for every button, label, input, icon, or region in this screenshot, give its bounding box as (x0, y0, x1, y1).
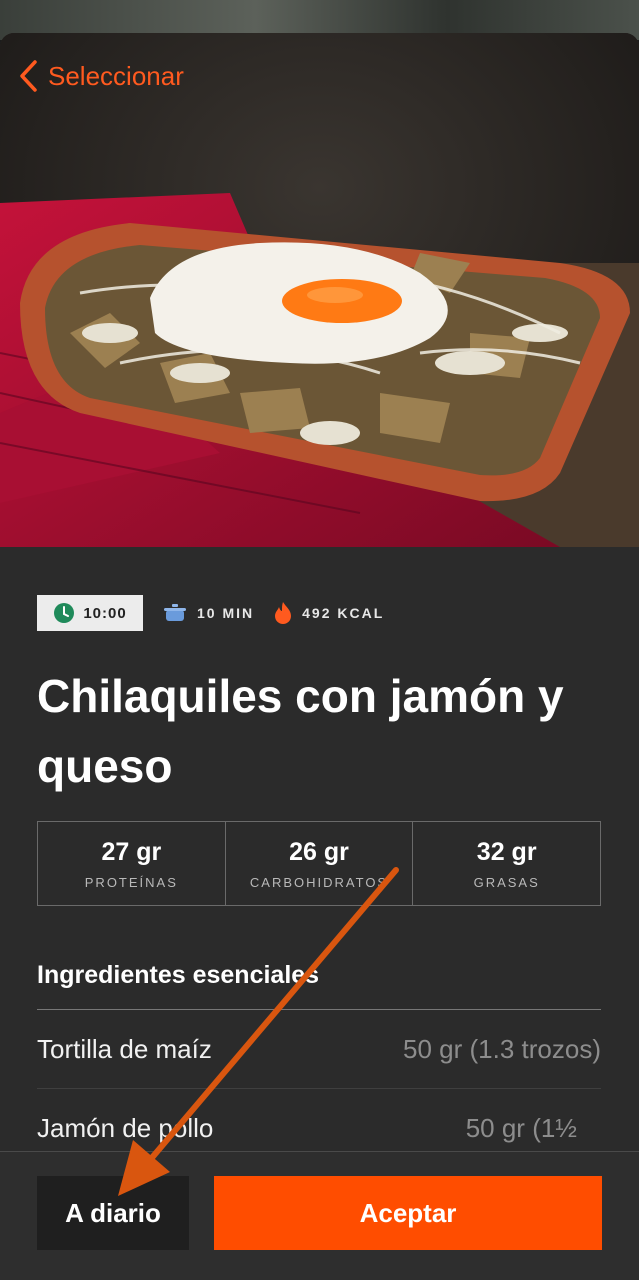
ingredients-heading: Ingredientes esenciales (37, 961, 320, 989)
macro-value: 32 gr (476, 837, 537, 866)
macro-label: CARBOHIDRATOS (249, 874, 389, 890)
macro-protein: 27 gr PROTEÍNAS (38, 822, 226, 905)
ingredient-quantity: 50 gr (1.3 trozos) (403, 1033, 601, 1064)
ingredient-quantity: 50 gr (1½ (465, 1112, 577, 1143)
ingredients-list: Tortilla de maíz 50 gr (1.3 trozos) Jamó… (37, 1009, 601, 1168)
accept-button[interactable]: Aceptar (214, 1176, 602, 1250)
add-to-diary-button[interactable]: A diario (37, 1176, 189, 1250)
recipe-meta: 10:00 10 MIN 492 KCAL (37, 595, 384, 631)
chevron-left-icon (20, 60, 37, 92)
prep-time-label: 10 MIN (197, 605, 255, 621)
calories-label: 492 KCAL (302, 605, 385, 621)
back-button[interactable]: Seleccionar (18, 59, 184, 93)
macro-label: GRASAS (473, 874, 540, 890)
macro-label: PROTEÍNAS (84, 874, 178, 890)
recipe-title: Chilaquiles con jamón y queso (37, 670, 564, 792)
pot-icon (164, 604, 186, 621)
time-chip-label: 10:00 (83, 604, 127, 622)
macro-fat: 32 gr GRASAS (413, 822, 600, 905)
calories: 492 KCAL (274, 601, 384, 625)
macro-carbs: 26 gr CARBOHIDRATOS (226, 822, 414, 905)
flame-icon (275, 602, 292, 624)
macro-value: 27 gr (101, 837, 162, 866)
clock-icon (54, 603, 75, 623)
macro-value: 26 gr (289, 837, 349, 866)
recipe-photo (0, 33, 639, 547)
ingredient-name: Tortilla de maíz (37, 1033, 212, 1064)
time-chip[interactable]: 10:00 (37, 595, 143, 631)
action-footer: A diario Aceptar (0, 1151, 639, 1280)
list-item: Tortilla de maíz 50 gr (1.3 trozos) (37, 1010, 601, 1089)
macros-table: 27 gr PROTEÍNAS 26 gr CARBOHIDRATOS 32 g… (37, 821, 601, 906)
prep-time: 10 MIN (163, 603, 254, 623)
back-label: Seleccionar (48, 60, 184, 91)
ingredient-name: Jamón de pollo (37, 1112, 214, 1143)
recipe-sheet: Seleccionar 10:00 10 MIN 492 KCAL Chilaq… (0, 33, 639, 1280)
